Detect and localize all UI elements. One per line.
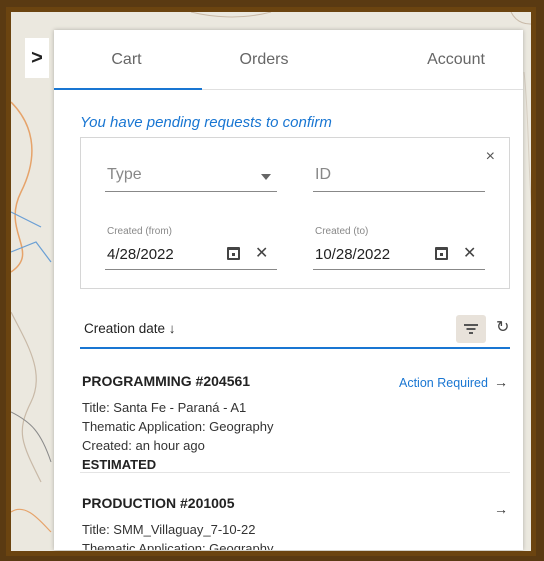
created-from-value: 4/28/2022 (107, 246, 174, 263)
order-title-line: Title: SMM_Villaguay_7-10-22 (82, 522, 256, 537)
created-to-label: Created (to) (315, 226, 369, 237)
refresh-button[interactable]: ↻ (496, 317, 509, 337)
filter-icon (464, 324, 478, 334)
type-select[interactable]: Type (105, 160, 277, 192)
order-application-line: Thematic Application: Geography (82, 541, 274, 550)
id-placeholder: ID (315, 166, 331, 183)
order-title-line: Title: Santa Fe - Paraná - A1 (82, 400, 247, 415)
order-item[interactable]: PROGRAMMING #204561 Title: Santa Fe - Pa… (80, 349, 510, 473)
active-tab-indicator (54, 88, 202, 90)
order-application-line: Thematic Application: Geography (82, 419, 274, 434)
filter-toggle-button[interactable] (456, 315, 486, 343)
created-to-field[interactable]: 10/28/2022 ✕ (313, 240, 485, 270)
order-created-line: Created: an hour ago (82, 438, 205, 453)
created-from-field[interactable]: 4/28/2022 ✕ (105, 240, 277, 270)
order-item[interactable]: PRODUCTION #201005 Title: SMM_Villaguay_… (80, 473, 510, 550)
side-panel: Cart Orders Account You have pending req… (54, 30, 523, 550)
dropdown-caret-icon (261, 174, 271, 180)
action-required-link[interactable]: Action Required (399, 376, 488, 390)
id-input[interactable]: ID (313, 160, 485, 192)
tab-orders[interactable]: Orders (199, 30, 329, 89)
clear-from-button[interactable]: ✕ (255, 243, 268, 263)
arrow-right-icon[interactable]: → (494, 501, 508, 517)
clear-to-button[interactable]: ✕ (463, 243, 476, 263)
close-filters-button[interactable]: × (486, 148, 495, 166)
sort-by-creation-date[interactable]: Creation date ↓ (84, 321, 176, 336)
calendar-icon[interactable] (435, 247, 448, 260)
pending-requests-link[interactable]: You have pending requests to confirm (80, 114, 523, 131)
tab-account[interactable]: Account (329, 30, 523, 89)
app-frame: > Cart Orders Account You have pending r… (6, 7, 536, 556)
order-title: PRODUCTION #201005 (82, 495, 235, 511)
created-to-value: 10/28/2022 (315, 246, 391, 263)
tab-bar: Cart Orders Account (54, 30, 523, 90)
created-from-label: Created (from) (107, 226, 173, 237)
filter-panel: × Type ID Created (from) Created (to) 4/… (80, 137, 510, 289)
tab-cart[interactable]: Cart (54, 30, 199, 89)
panel-toggle-button[interactable]: > (25, 38, 49, 78)
arrow-right-icon[interactable]: → (494, 374, 508, 390)
type-placeholder: Type (107, 166, 142, 183)
sort-bar: Creation date ↓ ↻ (80, 311, 510, 349)
order-status: ESTIMATED (82, 457, 157, 472)
calendar-icon[interactable] (227, 247, 240, 260)
chevron-right-icon: > (31, 46, 43, 69)
